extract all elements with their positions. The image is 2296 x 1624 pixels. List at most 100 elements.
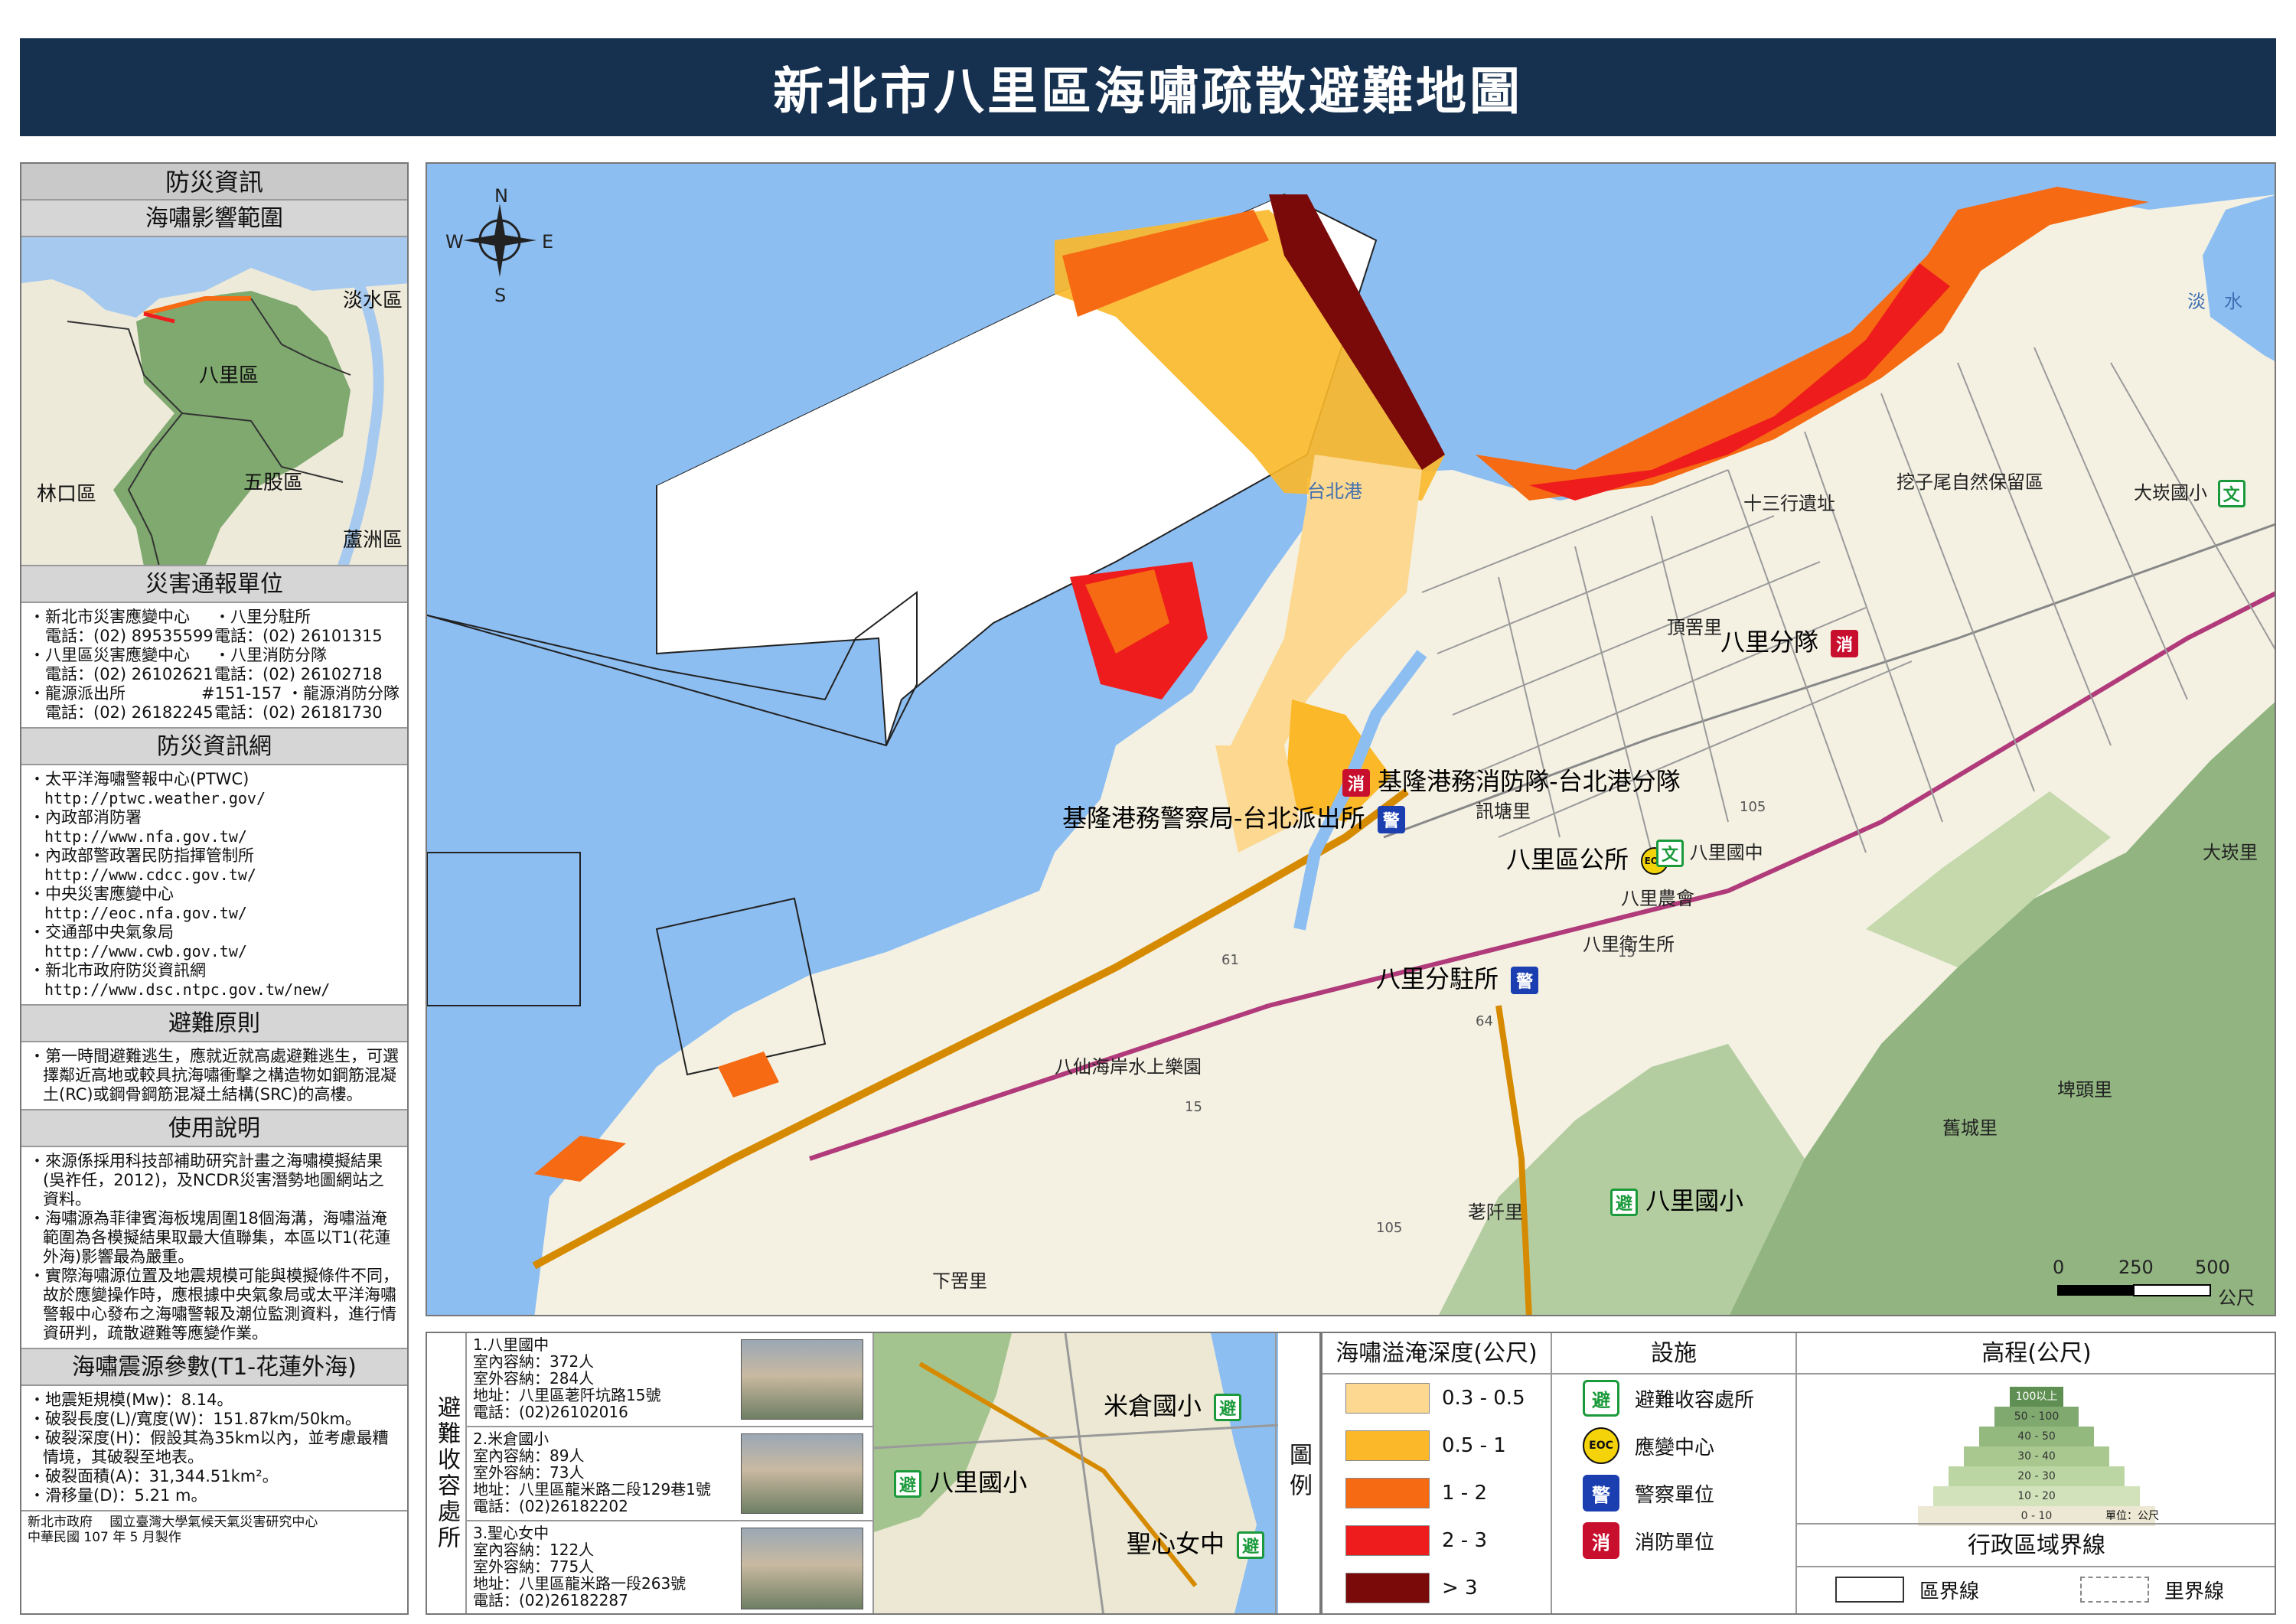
elev-tier: 20 - 30 xyxy=(1949,1466,2125,1486)
elevation-legend-heading: 高程(公尺) xyxy=(1797,1333,2275,1375)
elevation-legend: 高程(公尺) 100以上 50 - 100 40 - 50 30 - 40 20… xyxy=(1797,1333,2275,1613)
shelter-details: 1.八里國中 室內容納：372人 室外容納：284人 地址：八里區荖阡坑路15號… xyxy=(467,1333,735,1426)
facility-legend-row: 消消防單位 xyxy=(1552,1517,1795,1564)
farmers-association[interactable]: 八里農會 xyxy=(1621,883,1694,910)
mini-label-text: 八里國小 xyxy=(929,1468,1028,1497)
road-number: 61 xyxy=(1221,952,1239,968)
web-item: ・內政部消防署 xyxy=(29,808,142,827)
shelter-outdoor: 室外容納：775人 xyxy=(473,1557,595,1576)
shelter-photo xyxy=(741,1528,863,1609)
depth-legend-row: 0.5 - 1 xyxy=(1322,1422,1551,1469)
inset-label-danshui: 淡水區 xyxy=(343,289,403,312)
scale-label-0: 0 xyxy=(2053,1257,2065,1278)
depth-swatch xyxy=(1345,1430,1430,1461)
report-cell: ・八里區災害應變中心 xyxy=(29,646,190,664)
police-station-keelung[interactable]: 基隆港務警察局-台北派出所 警 xyxy=(1062,799,1405,834)
source-params-heading: 海嘯震源參數(T1-花蓮外海) xyxy=(21,1349,407,1386)
report-cell: 電話：(02) 89535599 xyxy=(29,627,214,645)
depth-label: > 3 xyxy=(1442,1577,1478,1600)
shelter-details: 2.米倉國小 室內容納：89人 室外容納：73人 地址：八里區龍米路二段129巷… xyxy=(467,1427,735,1520)
shelter-mini-map[interactable]: 米倉國小 避 避 八里國小 聖心女中 避 xyxy=(872,1333,1278,1613)
shelter-item[interactable]: 2.米倉國小 室內容納：89人 室外容納：73人 地址：八里區龍米路二段129巷… xyxy=(467,1427,872,1521)
shelter-details: 3.聖心女中 室內容納：122人 室外容納：775人 地址：八里區龍米路一段26… xyxy=(467,1521,735,1613)
web-url-link[interactable]: http://www.cwb.gov.tw/ xyxy=(29,942,400,961)
police-station-bali-label: 八里分駐所 xyxy=(1376,964,1499,993)
report-units-heading: 災害通報單位 xyxy=(21,566,407,603)
principle-text: ・第一時間避難逃生，應就近就高處避難逃生，可選擇鄰近高地或較具抗海嘯衝擊之構造物… xyxy=(29,1047,399,1104)
dakan-elementary-label: 大崁國小 xyxy=(2134,482,2207,504)
village-label: 舊城里 xyxy=(1942,1117,1998,1139)
police-icon: 警 xyxy=(1511,967,1539,994)
web-links-list: ・太平洋海嘯警報中心(PTWC) http://ptwc.weather.gov… xyxy=(21,765,407,1006)
police-station-keelung-label: 基隆港務警察局-台北派出所 xyxy=(1062,804,1365,833)
bali-junior-high[interactable]: 文 八里國中 xyxy=(1652,837,1763,867)
report-row: ・龍源派出所 #151-157 ・龍源消防分隊 xyxy=(29,684,400,703)
report-row: 電話：(02) 89535599 電話：(02) 26101315 xyxy=(29,627,400,646)
shelter-outdoor: 室外容納：284人 xyxy=(473,1369,595,1388)
boundary-legend-heading: 行政區域界線 xyxy=(1797,1523,2275,1567)
report-cell: ・八里消防分隊 xyxy=(214,646,327,664)
web-item: ・內政部警政署民防指揮管制所 xyxy=(29,846,254,865)
road-number: 105 xyxy=(1740,799,1766,815)
inset-label-bali: 八里區 xyxy=(199,364,259,387)
shelter-icon: 文 xyxy=(1656,840,1684,867)
shelter-panel: 避難收容處所 1.八里國中 室內容納：372人 室外容納：284人 地址：八里區… xyxy=(426,1332,1321,1615)
wazi-reserve[interactable]: 挖子尾自然保留區 xyxy=(1896,467,2043,494)
web-url-link[interactable]: http://eoc.nfa.gov.tw/ xyxy=(29,904,400,923)
facility-label: 消防單位 xyxy=(1635,1531,1715,1554)
elev-tier: 50 - 100 xyxy=(1994,1407,2079,1427)
depth-label: 1 - 2 xyxy=(1442,1482,1487,1505)
fire-station-icon: 消 xyxy=(1583,1522,1619,1559)
fire-station-icon: 消 xyxy=(1831,630,1859,657)
compass-n: N xyxy=(494,185,508,207)
road-number: 64 xyxy=(1476,1013,1493,1029)
fire-station-keelung-label: 基隆港務消防隊-台北港分隊 xyxy=(1378,767,1681,796)
depth-swatch xyxy=(1345,1478,1430,1508)
credit-block: 新北市政府 國立臺灣大學氣候天氣災害研究中心 中華民國 107 年 5 月製作 xyxy=(21,1511,407,1548)
depth-label: 2 - 3 xyxy=(1442,1529,1487,1552)
web-url-link[interactable]: http://www.nfa.gov.tw/ xyxy=(29,827,400,846)
web-item: ・新北市政府防災資訊網 xyxy=(29,961,206,980)
elev-tier: 30 - 40 xyxy=(1964,1446,2109,1466)
police-station-bali[interactable]: 八里分駐所 警 xyxy=(1376,960,1539,995)
source-item: ・滑移量(D)：5.21 m。 xyxy=(29,1486,207,1505)
impact-heading: 海嘯影響範圍 xyxy=(21,201,407,237)
report-cell: 電話：(02) 26101315 xyxy=(214,627,383,645)
report-cell: 電話：(02) 26181730 xyxy=(214,703,383,722)
police-icon: 警 xyxy=(1377,806,1405,833)
district-line-swatch xyxy=(1835,1577,1904,1603)
impact-inset-map: 淡水區 八里區 林口區 五股區 蘆洲區 xyxy=(21,237,407,566)
shelter-item[interactable]: 3.聖心女中 室內容納：122人 室外容納：775人 地址：八里區龍米路一段26… xyxy=(467,1521,872,1613)
web-url-link[interactable]: http://www.cdcc.gov.tw/ xyxy=(29,866,400,885)
report-cell: 電話：(02) 26182245 xyxy=(29,703,214,722)
depth-swatch xyxy=(1345,1525,1430,1556)
fire-station-keelung[interactable]: 消 基隆港務消防隊-台北港分隊 xyxy=(1338,762,1681,797)
main-map[interactable]: N S E W 台北港 淡 水 消 基隆港務消防隊-台北港分隊 基隆港務警察局-… xyxy=(426,162,2276,1316)
compass-w: W xyxy=(445,231,464,253)
village-label: 下罟里 xyxy=(932,1270,987,1292)
thirteen-site-label: 十三行遺址 xyxy=(1743,493,1835,514)
source-item: ・破裂長度(L)/寬度(W)：151.87km/50km。 xyxy=(29,1410,361,1428)
web-url-link[interactable]: http://ptwc.weather.gov/ xyxy=(29,789,400,808)
fire-station-bali[interactable]: 八里分隊 消 xyxy=(1720,623,1859,658)
report-units-list: ・新北市災害應變中心 ・八里分駐所 電話：(02) 89535599 電話：(02)… xyxy=(21,603,407,729)
mini-label-text: 米倉國小 xyxy=(1104,1391,1202,1420)
report-row: ・新北市災害應變中心 ・八里分駐所 xyxy=(29,608,400,627)
shelter-address: 地址：八里區荖阡坑路15號 xyxy=(473,1386,661,1404)
bali-elementary[interactable]: 避 八里國小 xyxy=(1606,1182,1743,1217)
shelter-address: 地址：八里區龍米路一段263號 xyxy=(473,1574,687,1593)
thirteen-site[interactable]: 十三行遺址 xyxy=(1743,488,1835,515)
shelter-item[interactable]: 1.八里國中 室內容納：372人 室外容納：284人 地址：八里區荖阡坑路15號… xyxy=(467,1333,872,1427)
depth-legend-row: > 3 xyxy=(1322,1564,1551,1612)
water-park[interactable]: 八仙海岸水上樂園 xyxy=(1055,1052,1202,1078)
dakan-elementary[interactable]: 大崁國小 文 xyxy=(2134,478,2245,507)
facility-legend-row: EOC 應變中心 xyxy=(1552,1422,1795,1469)
bali-junior-high-label: 八里國中 xyxy=(1689,842,1763,863)
report-cell: 電話：(02) 26102621 xyxy=(29,665,214,683)
depth-legend: 海嘯溢淹深度(公尺) 0.3 - 0.5 0.5 - 1 1 - 2 2 - 3… xyxy=(1322,1333,1552,1613)
boundary-legend-row: 區界線 里界線 xyxy=(1797,1566,2275,1613)
village-label: 埤頭里 xyxy=(2057,1079,2112,1101)
police-icon: 警 xyxy=(1583,1475,1619,1511)
web-url-link[interactable]: http://www.dsc.ntpc.gov.tw/new/ xyxy=(29,980,400,1000)
district-office[interactable]: 八里區公所 EOC xyxy=(1506,840,1669,876)
